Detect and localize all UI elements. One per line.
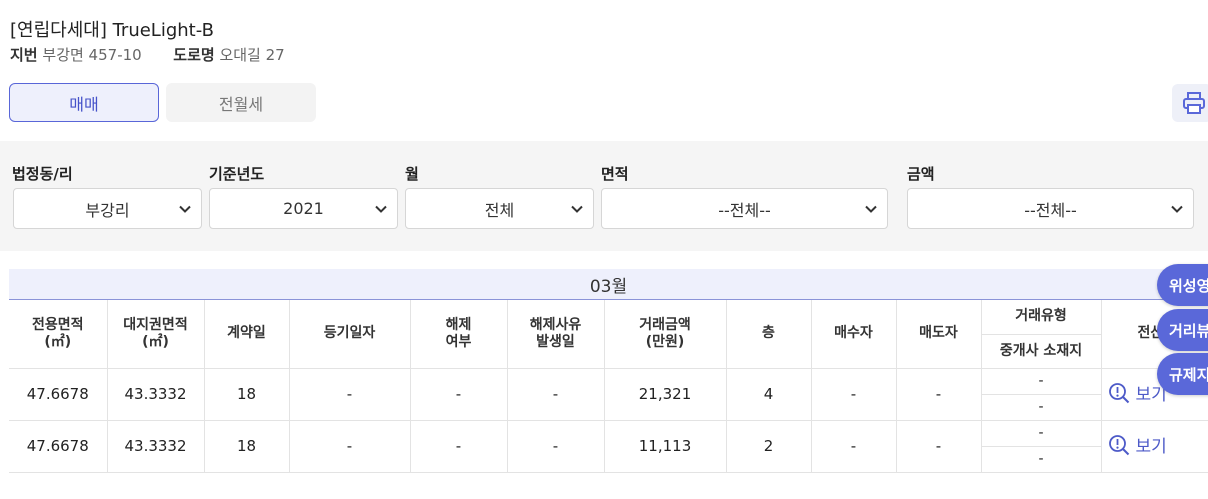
- cell-deal-type: -: [981, 420, 1102, 447]
- view-button[interactable]: 보기: [1108, 380, 1167, 405]
- dong-select[interactable]: 부강리: [13, 188, 202, 229]
- price-select[interactable]: --전체--: [907, 188, 1194, 229]
- cell-cancel: -: [410, 420, 508, 473]
- filter-year-label: 기준년도: [209, 165, 265, 183]
- cell-cancel-date: -: [507, 368, 605, 421]
- cell-seller: -: [896, 368, 982, 421]
- col-deal-type: 거래유형: [981, 300, 1102, 335]
- col-seller: 매도자: [896, 300, 982, 369]
- cell-cancel: -: [410, 368, 508, 421]
- chevron-down-icon: [571, 205, 583, 213]
- filter-panel: 법정동/리 부강리 기준년도 2021 월 전체 면적 --전체-- 금액 --…: [0, 141, 1208, 251]
- col-area: 전용면적 (㎡): [9, 300, 108, 369]
- cell-floor: 4: [726, 368, 812, 421]
- lot-label: 지번: [10, 46, 38, 64]
- cell-agent-loc: -: [981, 394, 1102, 421]
- area-select[interactable]: --전체--: [601, 188, 888, 229]
- filter-price-label: 금액: [907, 165, 935, 183]
- cell-area: 47.6678: [9, 420, 108, 473]
- cell-area: 47.6678: [9, 368, 108, 421]
- print-button[interactable]: [1172, 84, 1208, 122]
- magnifier-icon: [1108, 434, 1129, 455]
- filter-month-label: 월: [405, 165, 419, 183]
- col-buyer: 매수자: [811, 300, 897, 369]
- chevron-down-icon: [179, 205, 191, 213]
- tab-sale[interactable]: 매매: [9, 83, 159, 122]
- satellite-button[interactable]: 위성영: [1157, 264, 1208, 306]
- cell-land: 43.3332: [107, 420, 205, 473]
- cell-price: 11,113: [604, 420, 727, 473]
- cell-deal-type: -: [981, 368, 1102, 395]
- magnifier-icon: [1108, 382, 1129, 403]
- street-view-button[interactable]: 거리뷰: [1157, 309, 1208, 351]
- transactions-table: 03월 전용면적 (㎡) 대지권면적 (㎡) 계약일 등기일자 해제 여부 해제사유 발…: [9, 269, 1208, 473]
- chevron-down-icon: [865, 205, 877, 213]
- cell-land: 43.3332: [107, 368, 205, 421]
- cell-day: 18: [204, 420, 290, 473]
- property-header: [연립다세대] TrueLight-B 지번 부강면 457-10 도로명 오대…: [0, 0, 1208, 141]
- col-cancel-date: 해제사유 발생일: [507, 300, 605, 369]
- col-reg-date: 등기일자: [289, 300, 411, 369]
- view-label: 보기: [1135, 437, 1167, 458]
- regulation-button[interactable]: 규제지: [1157, 353, 1208, 395]
- filter-dong-label: 법정동/리: [12, 165, 73, 183]
- page-title: [연립다세대] TrueLight-B: [10, 20, 214, 41]
- cell-cancel-date: -: [507, 420, 605, 473]
- col-cancel: 해제 여부: [410, 300, 508, 369]
- area-select-value: --전체--: [718, 200, 771, 220]
- chevron-down-icon: [1171, 205, 1183, 213]
- cell-buyer: -: [811, 420, 897, 473]
- lot-value: 부강면 457-10: [42, 46, 142, 64]
- cell-floor: 2: [726, 420, 812, 473]
- filter-area-label: 면적: [601, 165, 629, 183]
- cell-reg: -: [289, 420, 411, 473]
- col-contract-day: 계약일: [204, 300, 290, 369]
- cell-day: 18: [204, 368, 290, 421]
- month-select-value: 전체: [484, 200, 515, 220]
- col-price: 거래금액 (만원): [604, 300, 727, 369]
- cell-price: 21,321: [604, 368, 727, 421]
- printer-icon: [1183, 92, 1205, 114]
- road-label: 도로명: [173, 46, 215, 64]
- month-header: 03월: [9, 269, 1208, 300]
- price-select-value: --전체--: [1024, 200, 1077, 220]
- cell-buyer: -: [811, 368, 897, 421]
- cell-reg: -: [289, 368, 411, 421]
- col-agent-loc: 중개사 소재지: [981, 334, 1102, 369]
- year-select-value: 2021: [283, 199, 324, 218]
- cell-seller: -: [896, 420, 982, 473]
- cell-agent-loc: -: [981, 446, 1102, 473]
- col-floor: 층: [726, 300, 812, 369]
- address-line: 지번 부강면 457-10 도로명 오대길 27: [10, 44, 285, 65]
- tab-rent[interactable]: 전월세: [166, 83, 316, 122]
- dong-select-value: 부강리: [85, 200, 130, 220]
- year-select[interactable]: 2021: [209, 188, 398, 229]
- view-button[interactable]: 보기: [1108, 432, 1167, 457]
- col-land: 대지권면적 (㎡): [107, 300, 205, 369]
- cell-doc: 보기: [1101, 420, 1208, 473]
- road-value: 오대길 27: [219, 46, 285, 64]
- chevron-down-icon: [375, 205, 387, 213]
- month-select[interactable]: 전체: [405, 188, 594, 229]
